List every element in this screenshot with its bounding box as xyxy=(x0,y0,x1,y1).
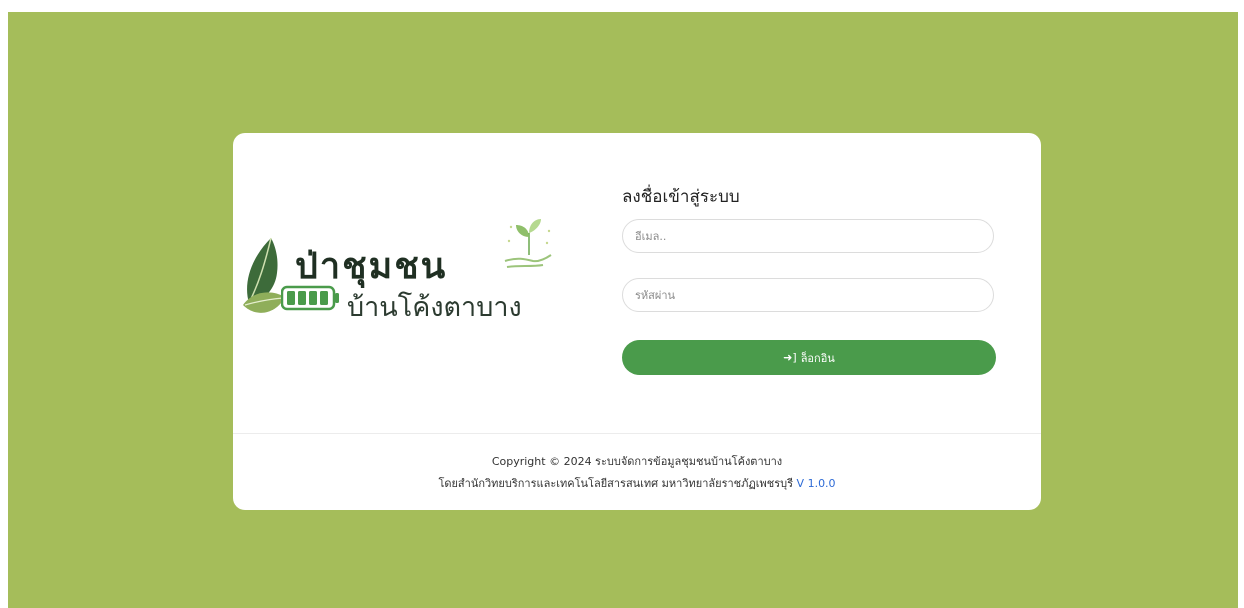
login-card-body: ป่าชุมชน บ้านโค้งตาบาง ลงชื่อเข้าสู่ระบบ… xyxy=(233,133,1041,433)
login-button[interactable]: ➜] ล็อกอิน xyxy=(622,340,996,375)
password-input[interactable] xyxy=(622,278,994,312)
logo-subtitle: บ้านโค้งตาบาง xyxy=(347,292,522,323)
version-link[interactable]: V 1.0.0 xyxy=(797,477,836,490)
card-footer: Copyright © 2024 ระบบจัดการข้อมูลชุมชนบ้… xyxy=(233,433,1041,510)
logo: ป่าชุมชน บ้านโค้งตาบาง xyxy=(241,213,571,333)
login-title: ลงชื่อเข้าสู่ระบบ xyxy=(622,187,740,207)
email-input[interactable] xyxy=(622,219,994,253)
sprout-hand-icon xyxy=(504,219,552,268)
leaf-icon xyxy=(243,237,285,313)
login-card: ป่าชุมชน บ้านโค้งตาบาง ลงชื่อเข้าสู่ระบบ… xyxy=(233,133,1041,510)
credit-text: โดยสำนักวิทยบริการและเทคโนโลยีสารสนเทศ ม… xyxy=(438,477,794,490)
credit-line: โดยสำนักวิทยบริการและเทคโนโลยีสารสนเทศ ม… xyxy=(233,474,1041,492)
login-button-label: ล็อกอิน xyxy=(800,351,835,365)
sign-in-icon: ➜] xyxy=(783,351,797,364)
copyright-text: Copyright © 2024 ระบบจัดการข้อมูลชุมชนบ้… xyxy=(491,455,783,468)
page-background: ป่าชุมชน บ้านโค้งตาบาง ลงชื่อเข้าสู่ระบบ… xyxy=(8,12,1238,608)
